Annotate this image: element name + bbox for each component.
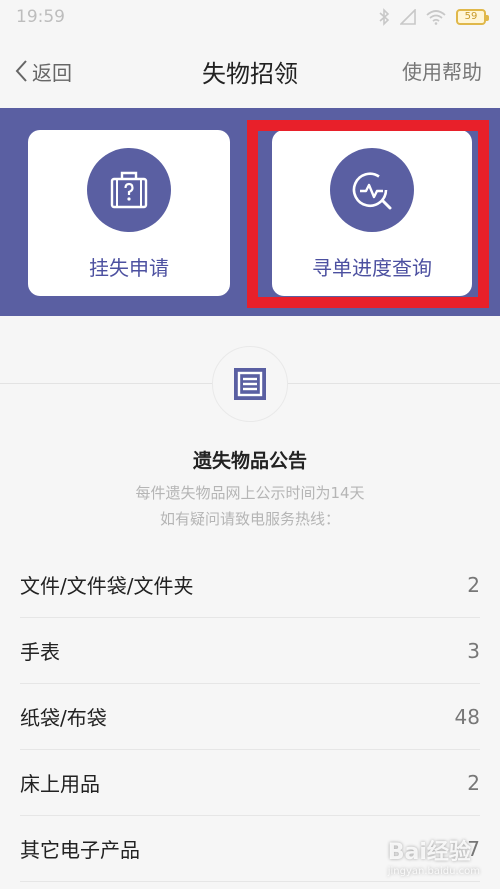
item-count: 2 bbox=[467, 572, 480, 597]
luggage-question-icon bbox=[87, 148, 171, 232]
notice-line-2: 如有疑问请致电服务热线： bbox=[159, 510, 340, 528]
status-icons: 59 bbox=[378, 8, 489, 26]
list-item[interactable]: 文件/文件袋/文件夹 2 bbox=[20, 552, 480, 618]
wifi-icon bbox=[426, 10, 446, 25]
search-pulse-icon bbox=[330, 148, 414, 232]
notice-title: 遗失物品公告 bbox=[192, 450, 307, 472]
list-item[interactable]: 纸袋/布袋 48 bbox=[20, 684, 480, 750]
baidu-watermark: Bai经验 jingyan.baidu.com bbox=[388, 834, 480, 877]
report-loss-card[interactable]: 挂失申请 bbox=[28, 130, 230, 296]
list-item[interactable]: 床上用品 2 bbox=[20, 750, 480, 816]
item-count: 3 bbox=[467, 638, 480, 663]
bluetooth-icon bbox=[379, 8, 390, 26]
progress-query-label: 寻单进度查询 bbox=[312, 256, 432, 280]
notice-line-1: 每件遗失物品网上公示时间为14天 bbox=[135, 484, 365, 502]
status-bar: 19:59 59 bbox=[0, 0, 500, 36]
notice-icon-badge bbox=[212, 346, 288, 422]
action-banner: 挂失申请 寻单进度查询 bbox=[0, 108, 500, 316]
item-count: 2 bbox=[467, 770, 480, 795]
item-name: 手表 bbox=[20, 640, 60, 664]
list-item[interactable]: 手表 3 bbox=[20, 618, 480, 684]
item-name: 床上用品 bbox=[20, 772, 100, 796]
battery-icon: 59 bbox=[456, 9, 489, 25]
document-list-icon bbox=[234, 368, 266, 400]
item-name: 纸袋/布袋 bbox=[20, 706, 107, 730]
report-loss-label: 挂失申请 bbox=[89, 256, 169, 280]
nav-bar: 返回 失物招领 使用帮助 bbox=[0, 36, 500, 108]
item-name: 文件/文件袋/文件夹 bbox=[20, 574, 194, 598]
lost-item-list: 文件/文件袋/文件夹 2 手表 3 纸袋/布袋 48 床上用品 2 其它电子产品… bbox=[0, 552, 500, 882]
watermark-brand: Bai经验 bbox=[387, 840, 471, 865]
progress-query-card[interactable]: 寻单进度查询 bbox=[272, 130, 472, 296]
item-name: 其它电子产品 bbox=[20, 838, 140, 862]
help-button[interactable]: 使用帮助 bbox=[402, 56, 482, 85]
watermark-url: jingyan.baidu.com bbox=[387, 866, 480, 877]
item-count: 48 bbox=[454, 704, 480, 729]
status-time: 19:59 bbox=[16, 7, 65, 27]
signal-icon bbox=[400, 9, 416, 25]
